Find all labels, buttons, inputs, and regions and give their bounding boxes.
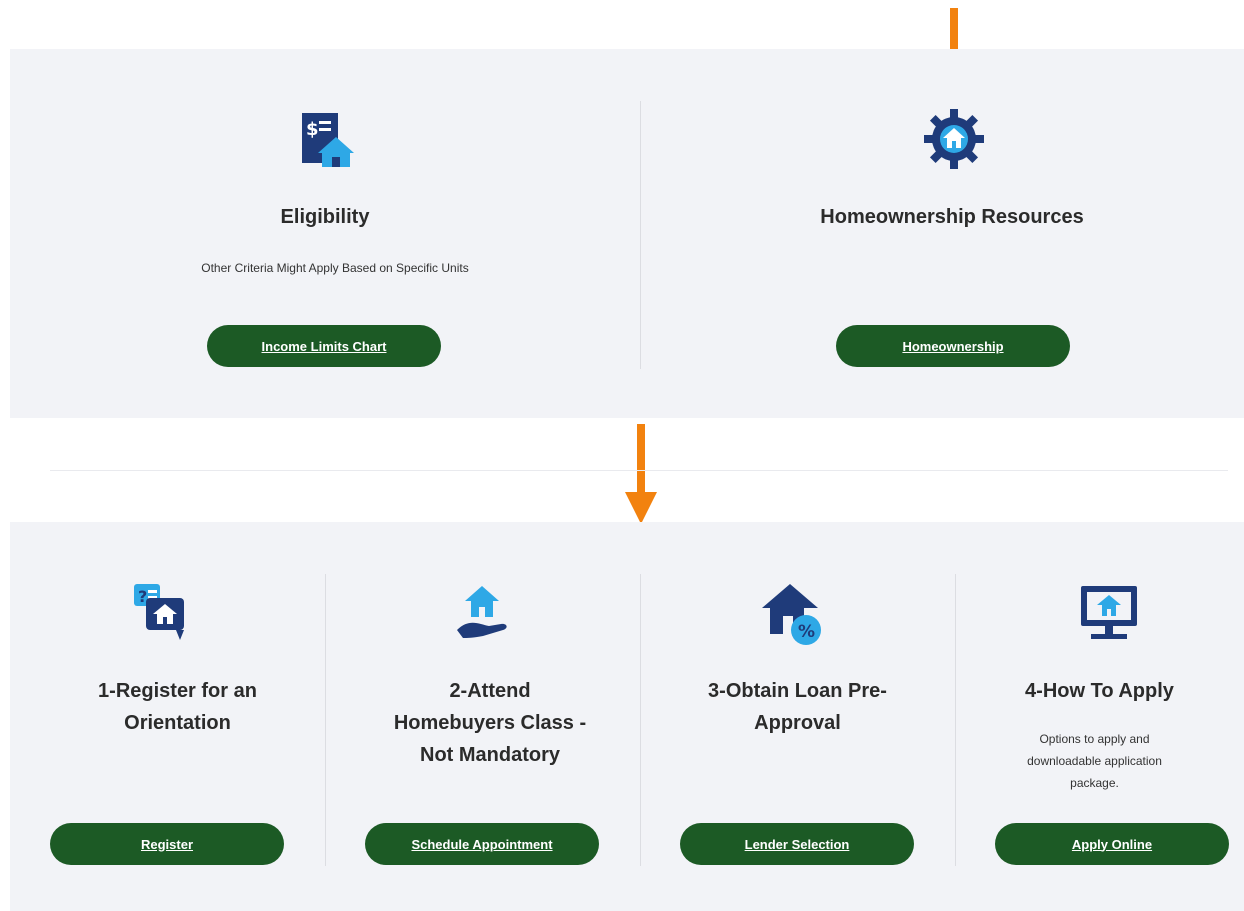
annotation-arrow-middle: [625, 424, 657, 524]
step-title: 4-How To Apply: [1025, 680, 1174, 702]
step-card-homebuyers-class: 2-Attend Homebuyers Class - Not Mandator…: [325, 522, 640, 911]
step-title: 1-Register for an Orientation: [98, 680, 257, 734]
eligibility-card: $ Eligibility Other Criteria Might Apply…: [15, 49, 635, 418]
income-limits-chart-button[interactable]: Income Limits Chart: [207, 325, 441, 367]
step-card-how-to-apply: 4-How To Apply Options to apply and down…: [955, 522, 1244, 911]
house-percent-icon: %: [762, 584, 821, 645]
steps-panel: ? 1-Register for an Orientation Register…: [10, 522, 1244, 911]
dollar-house-icon: $: [302, 113, 354, 167]
gear-house-icon: [924, 109, 984, 169]
apply-online-button[interactable]: Apply Online: [995, 823, 1229, 865]
register-button[interactable]: Register: [50, 823, 284, 865]
step-title: 2-Attend Homebuyers Class - Not Mandator…: [393, 680, 587, 766]
svg-text:?: ?: [138, 587, 147, 606]
svg-text:%: %: [798, 622, 815, 642]
homeownership-resources-title: Homeownership Resources: [820, 206, 1084, 228]
step-card-register: ? 1-Register for an Orientation Register: [10, 522, 325, 911]
eligibility-resources-panel: $ Eligibility Other Criteria Might Apply…: [10, 49, 1244, 418]
homeownership-button[interactable]: Homeownership: [836, 325, 1070, 367]
schedule-appointment-button[interactable]: Schedule Appointment: [365, 823, 599, 865]
section-separator: [50, 470, 1228, 471]
homeownership-resources-card: Homeownership Resources Homeownership: [640, 49, 1244, 418]
eligibility-title: Eligibility: [280, 206, 370, 228]
monitor-house-icon: [1081, 586, 1137, 639]
svg-text:$: $: [306, 119, 319, 140]
step-card-loan-preapproval: % 3-Obtain Loan Pre-Approval Lender Sele…: [640, 522, 955, 911]
house-in-hand-icon: [457, 586, 507, 638]
step-title: 3-Obtain Loan Pre-Approval: [708, 680, 887, 734]
eligibility-description: Other Criteria Might Apply Based on Spec…: [201, 261, 469, 275]
question-house-chat-icon: ?: [134, 584, 184, 640]
step-description: Options to apply and downloadable applic…: [1027, 732, 1162, 790]
lender-selection-button[interactable]: Lender Selection: [680, 823, 914, 865]
